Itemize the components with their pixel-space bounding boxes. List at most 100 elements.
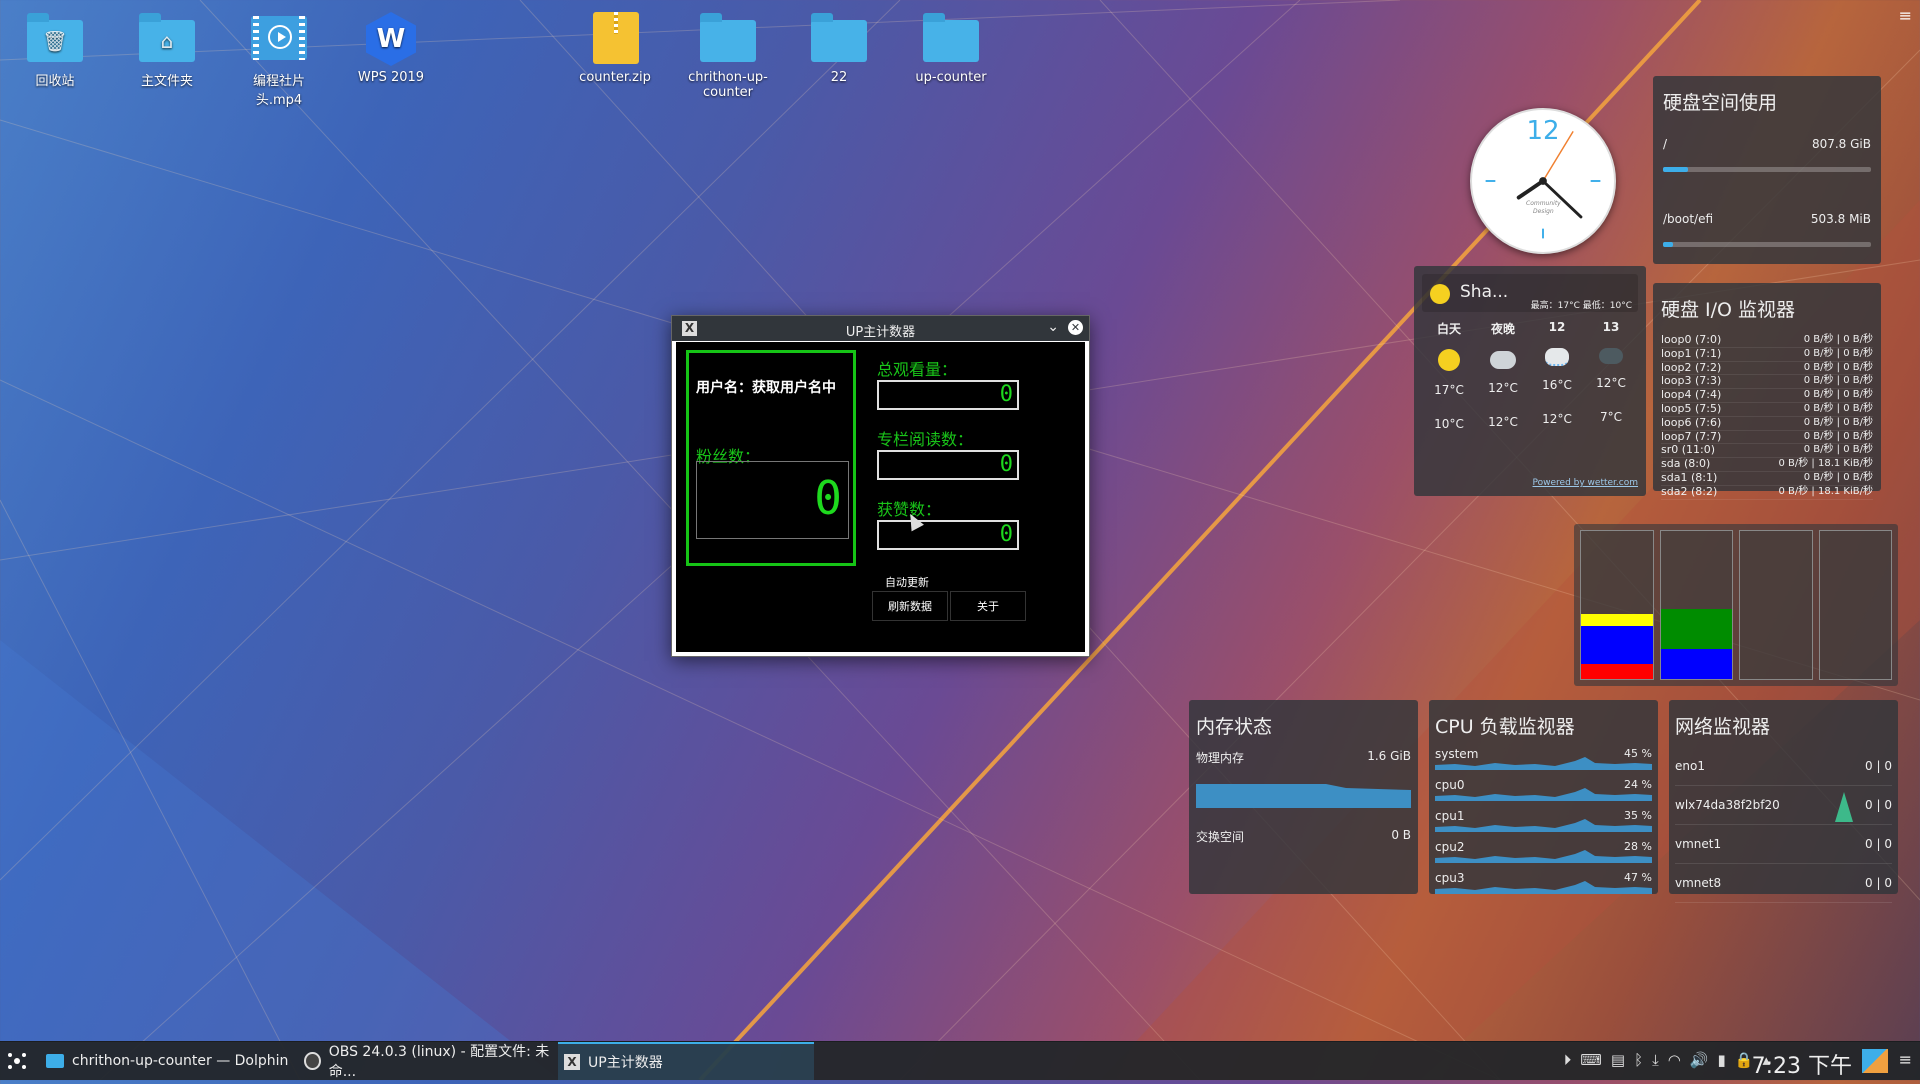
desktop-icon-label: 回收站	[35, 74, 75, 89]
network-row: wlx74da38f2bf20 0 | 0	[1675, 786, 1892, 825]
disk-io-row: loop7 (7:7) 0 B/秒 | 0 B/秒	[1661, 430, 1873, 445]
swap-row: 交换空间 0 B	[1196, 828, 1411, 844]
memory-row: 物理内存 1.6 GiB	[1196, 749, 1411, 765]
disk-io-device: loop1 (7:1)	[1661, 346, 1722, 360]
desktop-icon-video[interactable]: 编程社片头.mp4	[231, 12, 327, 108]
disk-io-device: sr0 (11:0)	[1661, 443, 1716, 457]
disk-io-rate: 0 B/秒 | 0 B/秒	[1803, 389, 1873, 401]
overcast-icon	[1599, 348, 1623, 364]
widget-title: 内存状态	[1196, 716, 1273, 738]
disk-io-rate: 0 B/秒 | 0 B/秒	[1803, 471, 1873, 483]
cpu-value: 24 %	[1624, 778, 1652, 791]
network-row: vmnet8 0 | 0	[1675, 864, 1892, 903]
about-button[interactable]: 关于	[950, 591, 1026, 621]
forecast-column: 白天 17°C 10°C	[1434, 322, 1464, 431]
username-label: 用户名：获取用户名中	[696, 380, 836, 396]
volume-icon[interactable]: 🔊	[1690, 1051, 1709, 1069]
media-icon[interactable]: ⏵	[1564, 1051, 1572, 1069]
desktop-icon-up-counter[interactable]: up-counter	[903, 12, 999, 85]
app-launcher-icon[interactable]	[6, 1050, 28, 1072]
bar-graph-column	[1580, 530, 1654, 680]
partly-sunny-icon	[1438, 349, 1460, 371]
rain-icon	[1545, 348, 1569, 366]
battery-icon[interactable]: ▮	[1718, 1051, 1726, 1069]
cpu-name: cpu0	[1435, 778, 1465, 792]
wifi-icon[interactable]: ◠	[1668, 1051, 1681, 1069]
weather-forecast: 白天 17°C 10°C 夜晚 12°C 12°C 12 16°C 12°C 1…	[1422, 320, 1638, 431]
auto-update-checkbox[interactable]: 自动更新	[885, 574, 929, 590]
views-display: 0	[877, 380, 1019, 410]
cpu-row: cpu2 28 %	[1435, 840, 1652, 871]
desktop-icon-home[interactable]: ⌂ 主文件夹	[119, 12, 215, 89]
cpu-row: cpu3 47 %	[1435, 871, 1652, 902]
interface-rate: 0 | 0	[1865, 876, 1892, 890]
bluetooth-icon[interactable]: ᛒ	[1634, 1051, 1643, 1069]
desktop-icon-wps[interactable]: W WPS 2019	[343, 12, 439, 85]
keyboard-icon[interactable]: ⌨	[1580, 1051, 1602, 1069]
cpu-row: system 45 %	[1435, 747, 1652, 778]
disk-io-device: loop4 (7:4)	[1661, 388, 1722, 402]
disk-io-device: sda (8:0)	[1661, 457, 1711, 471]
interface-rate: 0 | 0	[1865, 798, 1892, 812]
taskbar: chrithon-up-counter — Dolphin OBS 24.0.3…	[0, 1041, 1920, 1080]
disk-io-device: loop6 (7:6)	[1661, 415, 1722, 429]
weather-high-low: 最高：17°C 最低：10°C	[1530, 301, 1632, 311]
views-value: 0	[999, 382, 1013, 407]
disk-io-list: loop0 (7:0) 0 B/秒 | 0 B/秒 loop1 (7:1) 0 B/秒…	[1661, 333, 1873, 500]
close-icon[interactable]: ✕	[1068, 320, 1083, 335]
panel-menu-icon[interactable]: ≡	[1899, 1050, 1912, 1069]
folder-icon	[700, 13, 756, 62]
cpu-name: cpu2	[1435, 840, 1465, 854]
folder-icon	[811, 13, 867, 62]
window-titlebar[interactable]: X UP主计数器 ⌄ ✕	[672, 316, 1089, 341]
network-row: eno1 0 | 0	[1675, 747, 1892, 786]
desktop-icon-22[interactable]: 22	[791, 12, 887, 85]
disk-io-rate: 0 B/秒 | 0 B/秒	[1803, 361, 1873, 373]
disk-io-row: sda1 (8:1) 0 B/秒 | 0 B/秒	[1661, 471, 1873, 486]
disk-io-device: sda2 (8:2)	[1661, 484, 1718, 498]
memory-widget: 内存状态 物理内存 1.6 GiB 交换空间 0 B	[1189, 700, 1418, 894]
network-graph	[1835, 792, 1853, 822]
task-up-counter[interactable]: X UP主计数器	[558, 1042, 814, 1080]
task-obs[interactable]: OBS 24.0.3 (linux) - 配置文件: 未命...	[298, 1042, 554, 1080]
desktop-icon-label: 主文件夹	[140, 74, 193, 89]
bar-graph-column	[1659, 530, 1733, 680]
cpu-name: system	[1435, 747, 1479, 761]
disk-io-device: loop3 (7:3)	[1661, 374, 1722, 388]
refresh-button[interactable]: 刷新数据	[872, 591, 948, 621]
cpu-value: 45 %	[1624, 747, 1652, 760]
disk-io-device: loop0 (7:0)	[1661, 333, 1722, 346]
chevron-down-icon[interactable]: ⌄	[1047, 319, 1059, 335]
disk-io-rate: 0 B/秒 | 0 B/秒	[1803, 444, 1873, 456]
cpu-value: 28 %	[1624, 840, 1652, 853]
home-folder-icon: ⌂	[139, 13, 195, 62]
desktop-menu-icon[interactable]: ≡	[1899, 6, 1912, 25]
download-icon[interactable]: ⤓	[1652, 1051, 1659, 1069]
likes-display: 0	[877, 520, 1019, 550]
desktop-icon-chrithon-folder[interactable]: chrithon-up-counter	[679, 12, 777, 100]
taskbar-clock[interactable]: 7:23 下午	[1752, 1048, 1852, 1080]
cpu-graph	[1435, 850, 1652, 863]
interface-rate: 0 | 0	[1865, 837, 1892, 851]
weather-header: Sha... 最高：17°C 最低：10°C	[1422, 274, 1638, 312]
network-list: eno1 0 | 0 wlx74da38f2bf20 0 | 0 vmnet1 0 | 0…	[1675, 747, 1892, 903]
show-desktop-icon[interactable]	[1862, 1049, 1888, 1073]
up-counter-window: X UP主计数器 ⌄ ✕ 用户名：获取用户名中 粉丝数： 0 总观看量： 0 专…	[671, 315, 1090, 657]
desktop-icon-trash[interactable]: 🗑 回收站	[7, 12, 103, 89]
reads-value: 0	[999, 452, 1013, 477]
clipboard-icon[interactable]: ▤	[1611, 1051, 1625, 1069]
bar-graph-segment	[1581, 613, 1653, 626]
widget-title: 硬盘 I/O 监视器	[1661, 299, 1796, 321]
desktop-icon-zip[interactable]: counter.zip	[567, 12, 663, 85]
weather-powered-link[interactable]: Powered by wetter.com	[1533, 478, 1638, 488]
weather-widget: Sha... 最高：17°C 最低：10°C 白天 17°C 10°C 夜晚 1…	[1414, 266, 1646, 496]
widget-title: 硬盘空间使用	[1663, 92, 1778, 114]
task-dolphin[interactable]: chrithon-up-counter — Dolphin	[40, 1042, 294, 1080]
disk-row: /boot/efi 503.8 MiB	[1663, 212, 1871, 226]
views-label: 总观看量：	[877, 360, 958, 379]
disk-io-widget: 硬盘 I/O 监视器 loop0 (7:0) 0 B/秒 | 0 B/秒 loop1…	[1653, 283, 1881, 500]
cpu-name: cpu1	[1435, 809, 1465, 823]
bar-graph-widget	[1574, 524, 1898, 686]
disk-io-row: loop5 (7:5) 0 B/秒 | 0 B/秒	[1661, 402, 1873, 417]
desktop-icon-label: WPS 2019	[357, 70, 425, 85]
